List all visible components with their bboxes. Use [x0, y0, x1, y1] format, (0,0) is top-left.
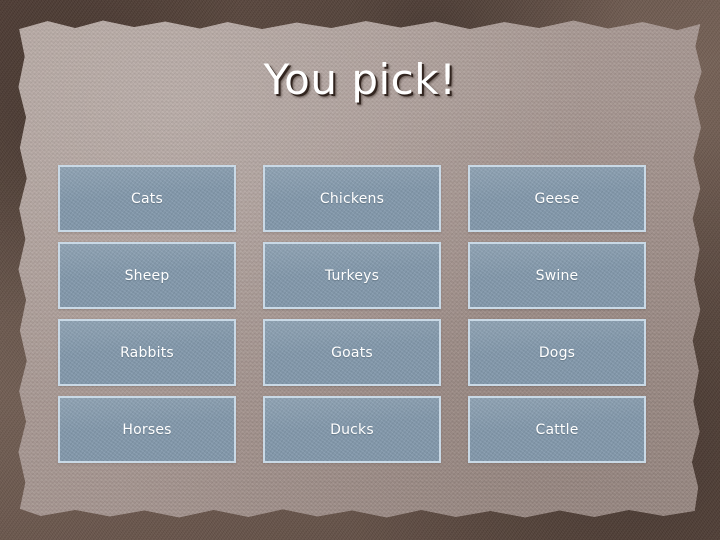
- choice-cell-cats[interactable]: Cats: [58, 165, 236, 232]
- choice-cell-goats[interactable]: Goats: [263, 319, 441, 386]
- choice-cell-label: Swine: [536, 268, 579, 284]
- choice-cell-label: Cats: [131, 191, 163, 207]
- choice-cell-label: Goats: [331, 345, 373, 361]
- choice-cell-horses[interactable]: Horses: [58, 396, 236, 463]
- choice-cell-label: Horses: [122, 422, 171, 438]
- choice-cell-dogs[interactable]: Dogs: [468, 319, 646, 386]
- choice-cell-ducks[interactable]: Ducks: [263, 396, 441, 463]
- choice-cell-label: Chickens: [320, 191, 384, 207]
- slide: You pick! Cats Chickens Geese Sheep Turk…: [0, 0, 720, 540]
- choice-cell-turkeys[interactable]: Turkeys: [263, 242, 441, 309]
- choice-grid: Cats Chickens Geese Sheep Turkeys Swine …: [58, 165, 646, 463]
- page-title: You pick!: [0, 55, 720, 104]
- choice-cell-label: Geese: [535, 191, 580, 207]
- choice-cell-rabbits[interactable]: Rabbits: [58, 319, 236, 386]
- slide-content: You pick! Cats Chickens Geese Sheep Turk…: [0, 0, 720, 540]
- choice-cell-label: Sheep: [125, 268, 170, 284]
- choice-cell-geese[interactable]: Geese: [468, 165, 646, 232]
- choice-cell-cattle[interactable]: Cattle: [468, 396, 646, 463]
- choice-cell-label: Dogs: [539, 345, 575, 361]
- choice-cell-sheep[interactable]: Sheep: [58, 242, 236, 309]
- choice-cell-label: Turkeys: [325, 268, 379, 284]
- choice-cell-label: Rabbits: [120, 345, 174, 361]
- choice-cell-swine[interactable]: Swine: [468, 242, 646, 309]
- choice-cell-label: Ducks: [330, 422, 374, 438]
- choice-cell-chickens[interactable]: Chickens: [263, 165, 441, 232]
- choice-cell-label: Cattle: [535, 422, 578, 438]
